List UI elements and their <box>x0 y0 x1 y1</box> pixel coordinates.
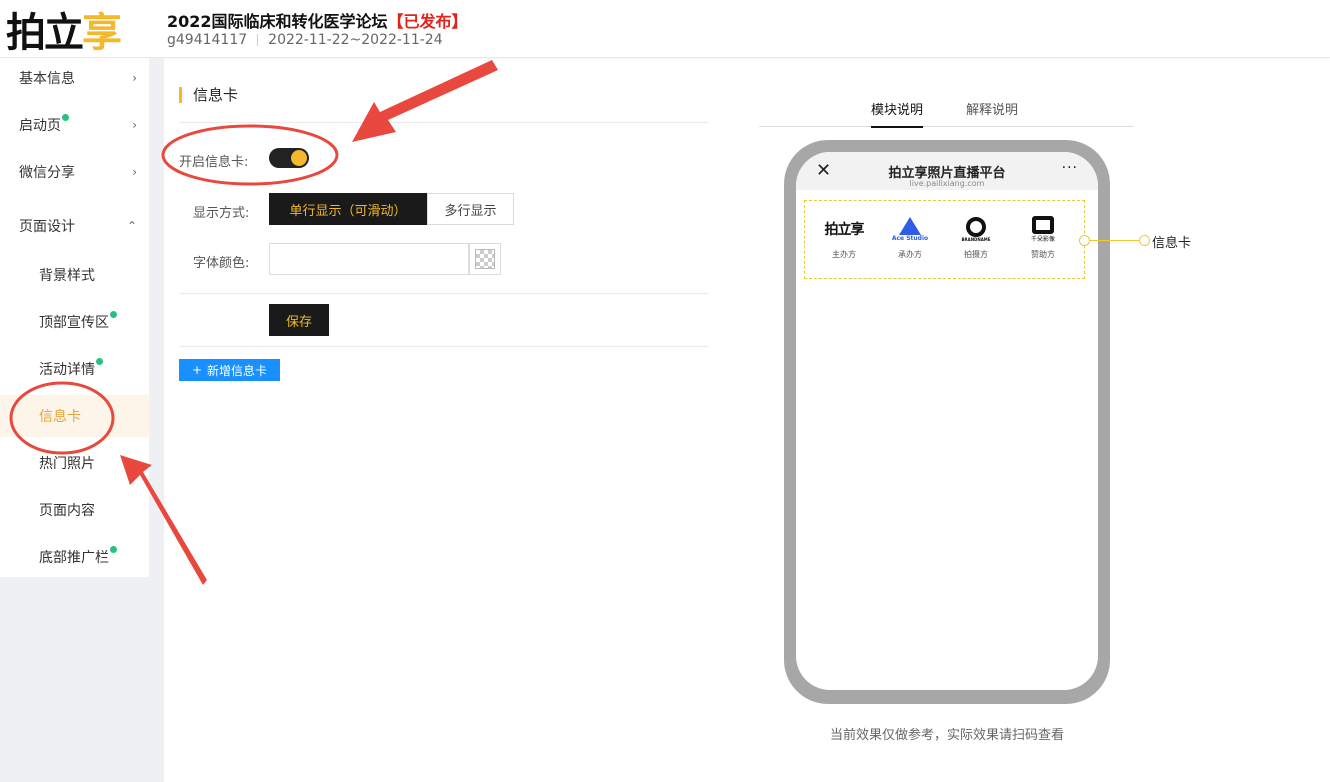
status-dot <box>96 357 103 365</box>
tab-module-description[interactable]: 模块说明 <box>871 99 924 128</box>
logo-text: BRANDNAME <box>961 236 991 242</box>
card-label: 拍摄方 <box>964 250 988 259</box>
card-organizer: 拍立享 主办方 <box>812 213 876 260</box>
display-mode-label: 显示方式: <box>193 206 250 221</box>
preview-note: 当前效果仅做参考，实际效果请扫码查看 <box>829 728 1064 743</box>
aperture-mark: BRANDNAME <box>961 216 991 242</box>
sidebar-item-label: 启动页 <box>19 118 61 134</box>
status-dot <box>110 310 117 318</box>
phone-screen: ✕ 拍立享照片直播平台 live.pailixiang.com ··· 拍立享 … <box>796 152 1098 690</box>
card-photographer: BRANDNAME 拍摄方 <box>944 213 1008 260</box>
logo-text: 拍立享 <box>824 222 865 238</box>
sidebar-item-label: 信息卡 <box>39 409 81 425</box>
status-dot <box>110 545 117 553</box>
sidebar-item-label: 背景样式 <box>39 268 95 284</box>
chevron-right-icon: › <box>132 118 137 132</box>
display-mode-single-row[interactable]: 单行显示（可滑动） <box>269 193 427 225</box>
card-co-organizer: Ace Studio 承办方 <box>878 213 942 260</box>
add-info-card-label: 新增信息卡 <box>207 363 268 378</box>
more-icon: ··· <box>1061 160 1078 176</box>
sidebar-item-bottom-promo[interactable]: 底部推广栏 <box>0 537 149 577</box>
callout-line <box>1090 240 1145 241</box>
sidebar-item-label: 基本信息 <box>19 71 75 87</box>
ace-studio-logo: Ace Studio <box>878 213 942 245</box>
sidebar-item-event-details[interactable]: 活动详情 <box>0 349 149 389</box>
sidebar-item-top-banner[interactable]: 顶部宣传区 <box>0 302 149 342</box>
enable-info-card-label: 开启信息卡: <box>179 155 249 170</box>
sidebar-item-label: 页面内容 <box>39 503 95 519</box>
event-status-badge: 【已发布】 <box>387 12 468 31</box>
event-title: 2022国际临床和转化医学论坛【已发布】 <box>167 8 468 32</box>
phone-url: live.pailixiang.com <box>909 179 985 188</box>
qianduo-logo: 千朵影像 <box>1011 213 1075 245</box>
event-title-text: 2022国际临床和转化医学论坛 <box>167 12 388 31</box>
color-picker-button[interactable] <box>469 243 501 275</box>
sidebar-item-wechat-share[interactable]: 微信分享 › <box>0 152 149 192</box>
ace-studio-mark: Ace Studio <box>891 216 929 242</box>
sidebar-item-page-design[interactable]: 页面设计 ⌃ <box>0 206 149 246</box>
meta-divider <box>257 34 259 46</box>
status-dot <box>62 113 69 121</box>
event-dates: 2022-11-22~2022-11-24 <box>268 32 443 48</box>
sidebar-item-page-content[interactable]: 页面内容 <box>0 490 149 530</box>
sidebar-item-label: 热门照片 <box>39 456 95 472</box>
preview-tabs: 模块说明 解释说明 <box>759 91 1134 128</box>
sidebar-item-label: 顶部宣传区 <box>39 315 109 331</box>
card-label: 主办方 <box>832 250 856 259</box>
plus-icon: + <box>191 363 203 377</box>
sidebar-item-label: 活动详情 <box>39 362 95 378</box>
sidebar-item-hot-photos[interactable]: 热门照片 <box>0 443 149 483</box>
card-label: 赞助方 <box>1031 250 1055 259</box>
chevron-right-icon: › <box>132 165 137 179</box>
toggle-knob <box>291 150 307 166</box>
logo-text-part1: 拍立 <box>6 10 84 56</box>
callout-dot <box>1139 235 1150 246</box>
section-title: 信息卡 <box>179 87 238 103</box>
font-color-label: 字体颜色: <box>193 256 250 271</box>
sidebar-item-label: 页面设计 <box>19 219 75 235</box>
qd-icon <box>1031 215 1054 234</box>
sidebar-menu: 基本信息 › 启动页 › 微信分享 › 页面设计 ⌃ 背景样式 顶部宣传区 活动… <box>0 58 149 577</box>
display-mode-multi-row[interactable]: 多行显示 <box>427 193 514 225</box>
event-id: g49414117 <box>167 32 248 48</box>
chevron-up-icon: ⌃ <box>126 219 137 233</box>
enable-info-card-toggle[interactable] <box>269 148 309 168</box>
card-sponsor: 千朵影像 赞助方 <box>1011 213 1075 260</box>
add-info-card-button[interactable]: + 新增信息卡 <box>179 359 280 381</box>
save-button[interactable]: 保存 <box>269 304 329 336</box>
sidebar: 基本信息 › 启动页 › 微信分享 › 页面设计 ⌃ 背景样式 顶部宣传区 活动… <box>0 58 164 782</box>
aperture-icon <box>966 216 986 237</box>
sidebar-item-basic-info[interactable]: 基本信息 › <box>0 58 149 98</box>
sidebar-item-label: 底部推广栏 <box>39 550 109 566</box>
callout-dot <box>1079 235 1090 246</box>
sidebar-item-info-card[interactable]: 信息卡 <box>0 395 149 437</box>
callout-label: 信息卡 <box>1152 236 1192 251</box>
chevron-right-icon: › <box>132 71 137 85</box>
divider <box>179 122 709 123</box>
font-color-input[interactable] <box>269 243 469 275</box>
phone-nav-bar: ✕ 拍立享照片直播平台 live.pailixiang.com ··· <box>796 152 1098 190</box>
pailixiang-logo[interactable]: 拍立享 <box>6 4 122 56</box>
qianduo-mark: 千朵影像 <box>1030 215 1055 243</box>
triangle-shape <box>898 216 921 235</box>
sidebar-item-label: 微信分享 <box>19 165 75 181</box>
pailixiang-logo: 拍立享 <box>812 213 876 245</box>
top-header: 拍立享 2022国际临床和转化医学论坛【已发布】 g49414117 2022-… <box>0 0 1330 58</box>
tab-explanation[interactable]: 解释说明 <box>966 99 1018 126</box>
main-content: 信息卡 开启信息卡: 显示方式: 单行显示（可滑动） 多行显示 字体颜色: 保存… <box>164 71 1330 782</box>
logo-text-part2: 享 <box>82 10 122 56</box>
logo-text: 千朵影像 <box>1030 235 1055 243</box>
divider <box>179 346 709 347</box>
sidebar-item-launch-page[interactable]: 启动页 › <box>0 105 149 145</box>
card-label: 承办方 <box>898 250 922 259</box>
divider <box>179 293 709 294</box>
logo-text: Ace Studio <box>891 234 929 242</box>
transparent-swatch-icon <box>475 249 495 269</box>
event-meta: g49414117 2022-11-22~2022-11-24 <box>167 32 443 48</box>
sidebar-item-background-style[interactable]: 背景样式 <box>0 255 149 295</box>
aperture-logo: BRANDNAME <box>944 213 1008 245</box>
info-card-preview: 拍立享 主办方 Ace Studio 承办方 BRANDNAME 拍摄方 千朵影… <box>804 200 1085 279</box>
phone-preview: ✕ 拍立享照片直播平台 live.pailixiang.com ··· 拍立享 … <box>784 140 1110 704</box>
